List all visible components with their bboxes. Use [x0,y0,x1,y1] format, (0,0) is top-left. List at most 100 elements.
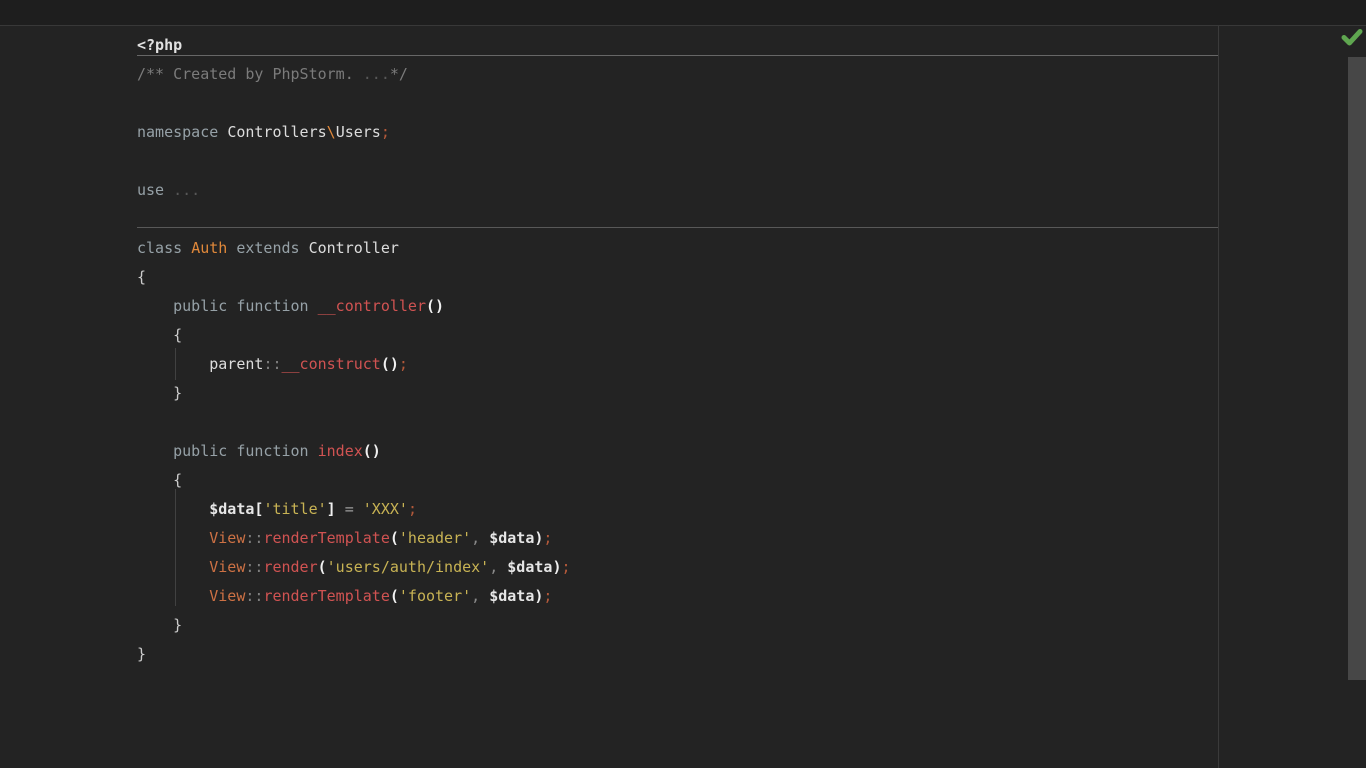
scrollbar-thumb[interactable] [1348,57,1366,680]
indent-guide [175,348,176,380]
code-line[interactable]: { [137,321,571,350]
code-token: () [363,442,381,460]
code-line[interactable]: class Auth extends Controller [137,234,571,263]
code-token: ; [543,529,552,547]
code-area[interactable]: <?php /** Created by PhpStorm. ...*/ names… [137,31,571,669]
code-token: 'footer' [399,587,471,605]
code-line[interactable]: } [137,611,571,640]
code-line[interactable]: public function index() [137,437,571,466]
code-line[interactable]: namespace Controllers\Users; [137,118,571,147]
code-token: Controllers [227,123,326,141]
code-token [137,442,173,460]
code-token: render [263,558,317,576]
code-token: () [426,297,444,315]
code-token [480,587,489,605]
code-line[interactable] [137,89,571,118]
code-token: , [471,529,480,547]
code-line[interactable] [137,205,571,234]
code-token: ; [561,558,570,576]
code-token [137,471,173,489]
code-token: 'XXX' [363,500,408,518]
code-token: ( [390,529,399,547]
code-token: () [381,355,399,373]
code-token: 'title' [263,500,326,518]
code-token: ; [408,500,417,518]
code-token: 'header' [399,529,471,547]
code-token: __construct [282,355,381,373]
code-token: parent [209,355,263,373]
code-token: :: [245,529,263,547]
indent-guide [175,489,176,606]
code-token: $data [489,529,534,547]
code-token [137,558,209,576]
code-token: use [137,181,173,199]
code-token: :: [245,558,263,576]
code-token: $data [209,500,254,518]
code-token: = [345,500,354,518]
code-token [137,297,173,315]
code-token: } [173,616,182,634]
code-token: \ [327,123,336,141]
code-token: Controller [309,239,399,257]
class-section-separator [137,227,1218,228]
code-token: ] [327,500,336,518]
code-token: ( [318,558,327,576]
code-token [137,326,173,344]
code-token: ; [399,355,408,373]
code-token: $data [489,587,534,605]
code-token: { [173,326,182,344]
code-token: } [173,384,182,402]
code-token: renderTemplate [263,587,389,605]
code-token [137,529,209,547]
code-token: Auth [191,239,227,257]
code-token: public function [173,442,318,460]
code-token [336,500,345,518]
code-token: ... [363,65,390,83]
code-line[interactable] [137,147,571,176]
code-token: View [209,529,245,547]
code-line[interactable]: public function __controller() [137,292,571,321]
code-token: ; [381,123,390,141]
code-token [137,384,173,402]
code-token: 'users/auth/index' [327,558,490,576]
code-line[interactable]: { [137,466,571,495]
code-token: index [318,442,363,460]
code-line[interactable]: use ... [137,176,571,205]
code-token: /** Created by PhpStorm. [137,65,363,83]
code-token [498,558,507,576]
code-token: ; [543,587,552,605]
code-token: renderTemplate [263,529,389,547]
code-line[interactable] [137,408,571,437]
php-open-tag-separator [137,55,1218,56]
code-line[interactable]: /** Created by PhpStorm. ...*/ [137,60,571,89]
code-line[interactable]: parent::__construct(); [137,350,571,379]
code-token: $data [507,558,552,576]
code-token: View [209,558,245,576]
code-token [354,500,363,518]
code-line[interactable]: { [137,263,571,292]
code-token: ( [390,587,399,605]
code-token: View [209,587,245,605]
code-line[interactable]: View::renderTemplate('footer', $data); [137,582,571,611]
code-token: { [173,471,182,489]
error-stripe-pane [1219,27,1366,768]
code-token: :: [245,587,263,605]
code-token: } [137,645,146,663]
code-line[interactable]: $data['title'] = 'XXX'; [137,495,571,524]
code-token [137,500,209,518]
code-token: class [137,239,191,257]
code-line[interactable]: View::renderTemplate('header', $data); [137,524,571,553]
top-bar [0,0,1366,26]
code-token: ... [173,181,200,199]
code-token: <?php [137,36,182,54]
code-line[interactable]: } [137,379,571,408]
code-token: public function [173,297,318,315]
code-token: extends [227,239,308,257]
code-token: , [471,587,480,605]
code-line[interactable]: View::render('users/auth/index', $data); [137,553,571,582]
code-token [137,587,209,605]
code-token [480,529,489,547]
code-token: :: [263,355,281,373]
code-token: Users [336,123,381,141]
code-line[interactable]: } [137,640,571,669]
